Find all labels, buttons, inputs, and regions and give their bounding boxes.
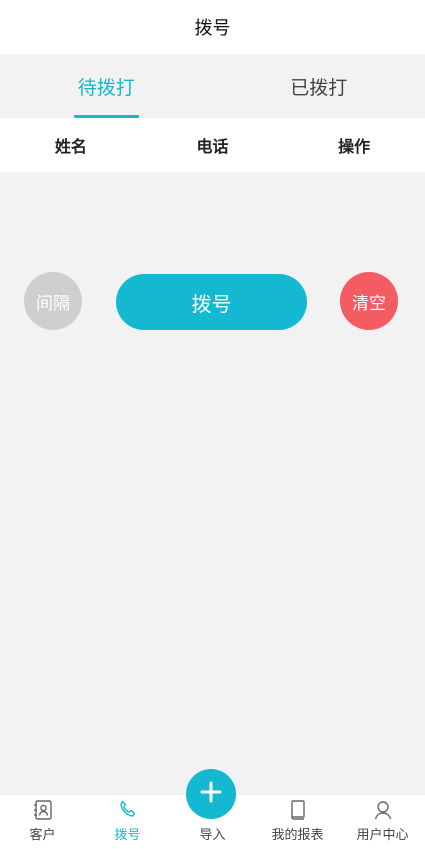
column-name: 姓名 (54, 137, 87, 156)
tabbar-label-import: 导入 (199, 828, 226, 843)
clear-label: 清空 (352, 293, 386, 314)
interval-button[interactable]: 间隔 (24, 272, 82, 330)
tabbar-label-user-center: 用户中心 (356, 828, 409, 843)
tabbar-item-dial[interactable]: 拨号 (85, 795, 170, 849)
plus-icon (198, 779, 224, 809)
clear-button[interactable]: 清空 (340, 272, 398, 330)
tabbar-label-customers: 客户 (29, 828, 56, 843)
phone-icon (116, 798, 140, 822)
tab-pending[interactable]: 待拨打 (0, 54, 213, 118)
column-phone: 电话 (196, 137, 229, 156)
dial-label: 拨号 (191, 291, 232, 316)
dial-tabs: 待拨打 已拨打 (0, 54, 425, 118)
book-icon (286, 798, 310, 822)
contacts-icon (31, 798, 55, 822)
tabbar-label-dial: 拨号 (114, 828, 141, 843)
column-action: 操作 (338, 137, 371, 156)
action-row: 间隔 拨号 清空 (0, 272, 425, 332)
import-fab-button[interactable] (186, 769, 236, 819)
tabbar-label-reports: 我的报表 (271, 828, 324, 843)
tab-dialed-label: 已拨打 (290, 76, 348, 99)
top-header: 拨号 (0, 0, 425, 54)
dial-button[interactable]: 拨号 (116, 274, 307, 330)
page-title: 拨号 (194, 18, 231, 39)
tabbar-item-user-center[interactable]: 用户中心 (340, 795, 425, 849)
tab-dialed[interactable]: 已拨打 (213, 54, 425, 118)
tabbar-item-customers[interactable]: 客户 (0, 795, 85, 849)
user-icon (371, 798, 395, 822)
interval-label: 间隔 (36, 293, 70, 314)
tab-pending-label: 待拨打 (77, 76, 135, 99)
tabbar-item-reports[interactable]: 我的报表 (255, 795, 340, 849)
table-header: 姓名 电话 操作 (0, 118, 425, 172)
